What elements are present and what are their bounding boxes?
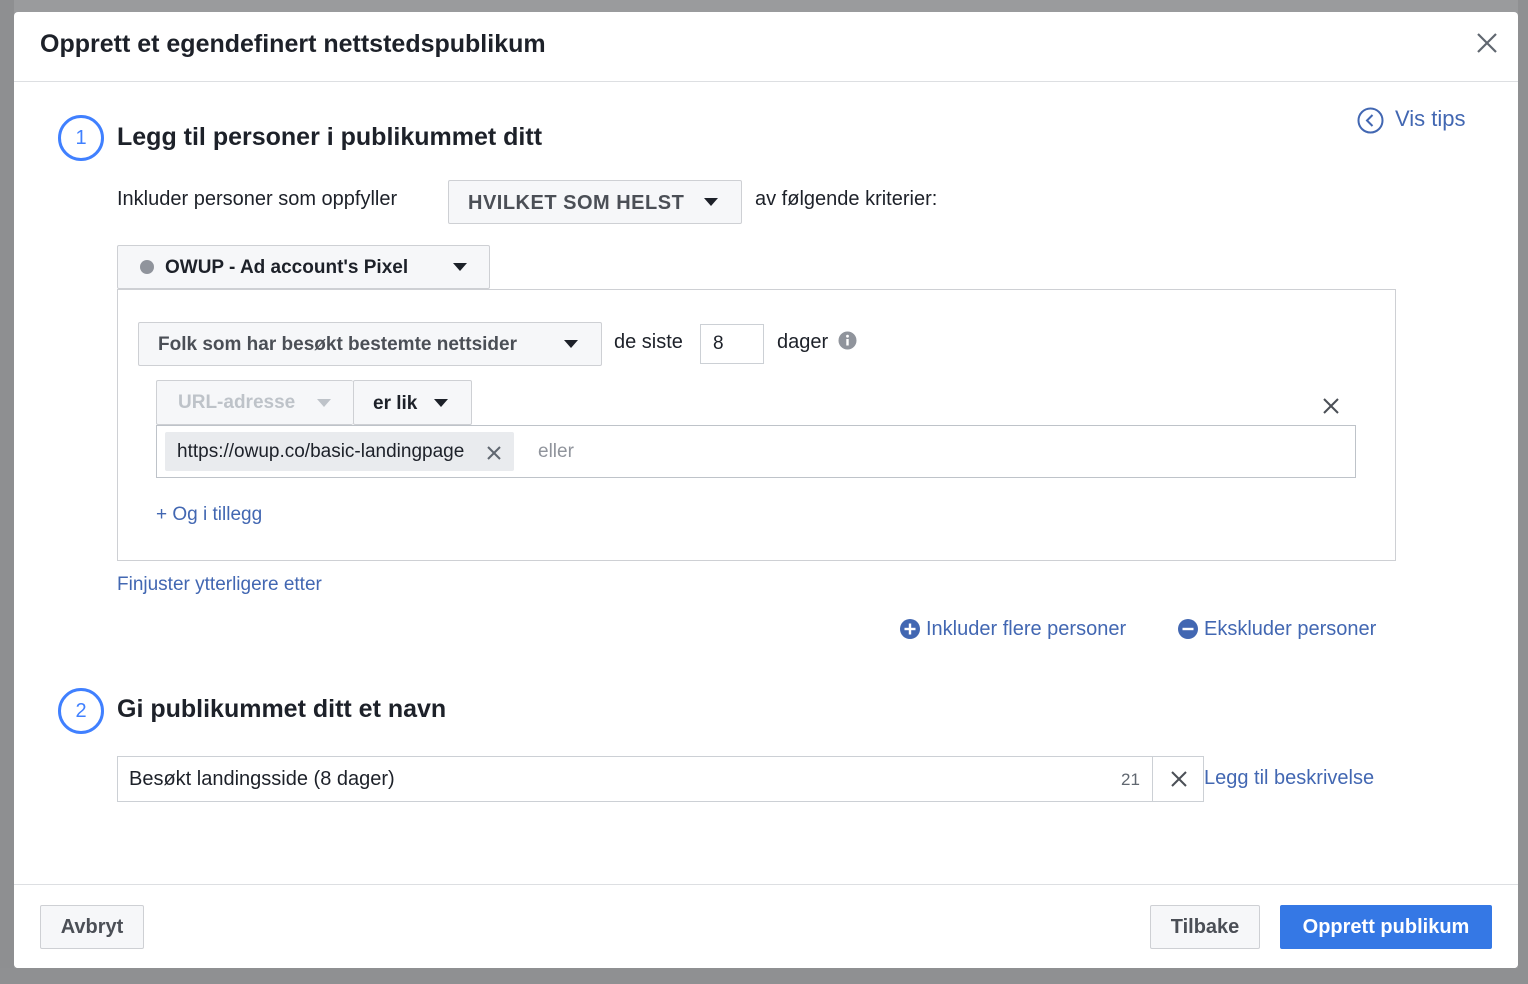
cancel-button[interactable]: Avbryt bbox=[40, 905, 144, 949]
minus-circle-icon bbox=[1178, 619, 1198, 639]
match-type-dropdown[interactable]: HVILKET SOM HELST bbox=[448, 180, 742, 224]
caret-down-icon bbox=[453, 263, 467, 271]
event-type-value: Folk som har besøkt bestemte nettsider bbox=[158, 334, 517, 355]
dialog-footer: Avbryt Tilbake Opprett publikum bbox=[14, 884, 1518, 968]
step-2-heading: Gi publikummet ditt et navn bbox=[117, 695, 447, 723]
background-page-bottom bbox=[0, 968, 1528, 984]
background-page bbox=[0, 0, 14, 984]
refine-further-link[interactable]: Finjuster ytterligere etter bbox=[117, 574, 322, 596]
plus-circle-icon bbox=[900, 619, 920, 639]
remove-rule-icon[interactable] bbox=[1320, 395, 1342, 417]
exclude-people-label: Ekskluder personer bbox=[1204, 618, 1377, 640]
match-type-value: HVILKET SOM HELST bbox=[468, 192, 685, 214]
operator-dropdown[interactable]: er lik bbox=[353, 380, 472, 425]
show-tips-label: Vis tips bbox=[1395, 106, 1466, 131]
step-number-1: 1 bbox=[58, 115, 104, 161]
retention-days-input[interactable] bbox=[700, 324, 764, 364]
caret-down-icon bbox=[434, 399, 448, 407]
field-type-value: URL-adresse bbox=[178, 392, 296, 413]
include-prefix-text: Inkluder personer som oppfyller bbox=[117, 188, 398, 210]
info-icon[interactable] bbox=[838, 331, 857, 350]
chevron-left-circle-icon bbox=[1357, 107, 1384, 134]
pixel-status-dot-icon bbox=[140, 260, 154, 274]
caret-down-icon bbox=[564, 340, 578, 348]
include-suffix-text: av følgende kriterier: bbox=[755, 188, 938, 210]
step-1-heading: Legg til personer i publikummet ditt bbox=[117, 123, 543, 151]
or-placeholder: eller bbox=[538, 441, 574, 462]
pixel-source-value: OWUP - Ad account's Pixel bbox=[165, 257, 409, 278]
add-description-link[interactable]: Legg til beskrivelse bbox=[1204, 767, 1374, 790]
days-label: dager bbox=[777, 331, 829, 353]
clear-name-icon[interactable] bbox=[1152, 757, 1204, 801]
url-token: https://owup.co/basic-landingpage bbox=[165, 432, 514, 471]
include-more-people-label: Inkluder flere personer bbox=[926, 618, 1127, 640]
create-website-audience-dialog: Opprett et egendefinert nettstedspubliku… bbox=[14, 12, 1518, 968]
operator-value: er lik bbox=[373, 393, 418, 414]
remove-token-icon[interactable] bbox=[486, 432, 502, 471]
back-button[interactable]: Tilbake bbox=[1150, 905, 1260, 949]
url-token-text: https://owup.co/basic-landingpage bbox=[177, 441, 465, 462]
character-count: 21 bbox=[1121, 770, 1140, 789]
url-token-input[interactable]: https://owup.co/basic-landingpage eller bbox=[156, 425, 1356, 478]
event-type-dropdown[interactable]: Folk som har besøkt bestemte nettsider bbox=[138, 322, 602, 366]
in-last-label: de siste bbox=[614, 331, 683, 353]
close-icon[interactable] bbox=[1472, 28, 1502, 58]
dialog-title: Opprett et egendefinert nettstedspubliku… bbox=[40, 30, 546, 58]
dialog-header: Opprett et egendefinert nettstedspubliku… bbox=[14, 12, 1518, 82]
background-page-right bbox=[1518, 0, 1528, 984]
and-also-link[interactable]: + Og i tillegg bbox=[156, 504, 262, 526]
audience-name-input[interactable]: Besøkt landingsside (8 dager) 21 bbox=[117, 756, 1204, 802]
field-type-dropdown[interactable]: URL-adresse bbox=[156, 380, 353, 425]
caret-down-icon bbox=[704, 198, 718, 206]
pixel-source-dropdown[interactable]: OWUP - Ad account's Pixel bbox=[117, 245, 490, 289]
step-number-2: 2 bbox=[58, 688, 104, 734]
caret-down-icon bbox=[317, 399, 331, 407]
audience-name-value: Besøkt landingsside (8 dager) bbox=[129, 768, 395, 790]
create-audience-button[interactable]: Opprett publikum bbox=[1280, 905, 1492, 949]
